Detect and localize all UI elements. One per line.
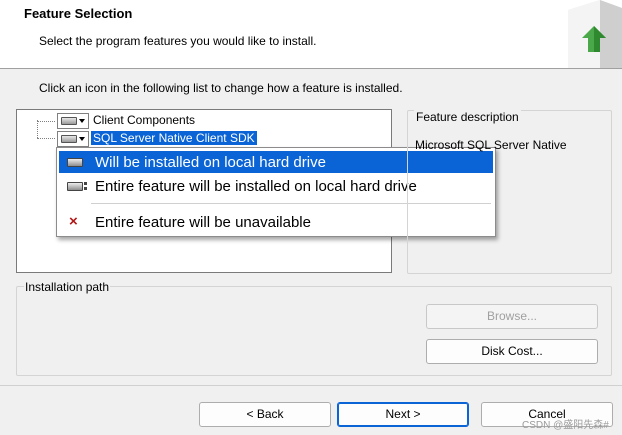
- menu-item-label: Entire feature will be unavailable: [95, 213, 311, 231]
- installer-box-icon: [568, 0, 622, 68]
- feature-description-title: Feature description: [414, 110, 521, 124]
- instruction-text: Click an icon in the following list to c…: [39, 81, 403, 95]
- red-x-icon: ×: [69, 213, 78, 230]
- hard-drive-icon[interactable]: [57, 131, 89, 147]
- page-title: Feature Selection: [24, 6, 133, 21]
- feature-description-group: [407, 110, 612, 274]
- tree-item-client-components[interactable]: Client Components: [91, 113, 197, 127]
- disk-cost-button[interactable]: Disk Cost...: [426, 339, 598, 364]
- tree-item-sql-native-client-sdk[interactable]: SQL Server Native Client SDK: [90, 130, 258, 146]
- hard-drive-icon[interactable]: [57, 113, 89, 129]
- tree-connector: [37, 121, 55, 122]
- feature-description-text: Microsoft SQL Server Native: [415, 138, 567, 152]
- installation-path-title: Installation path: [24, 280, 111, 294]
- next-button[interactable]: Next >: [337, 402, 469, 427]
- browse-button[interactable]: Browse...: [426, 304, 598, 329]
- back-button[interactable]: < Back: [199, 402, 331, 427]
- menu-item-label: Will be installed on local hard drive: [95, 153, 326, 171]
- page-subtitle: Select the program features you would li…: [39, 34, 317, 48]
- menu-item-label: Entire feature will be installed on loca…: [95, 177, 417, 195]
- wizard-header: Feature Selection Select the program fea…: [0, 0, 622, 69]
- watermark: CSDN @盛阳先森#: [522, 420, 609, 431]
- footer-divider: [0, 385, 622, 386]
- hard-drive-full-icon: [65, 180, 87, 192]
- tree-connector: [37, 138, 55, 139]
- hard-drive-icon: [65, 156, 85, 168]
- tree-connector: [37, 120, 38, 138]
